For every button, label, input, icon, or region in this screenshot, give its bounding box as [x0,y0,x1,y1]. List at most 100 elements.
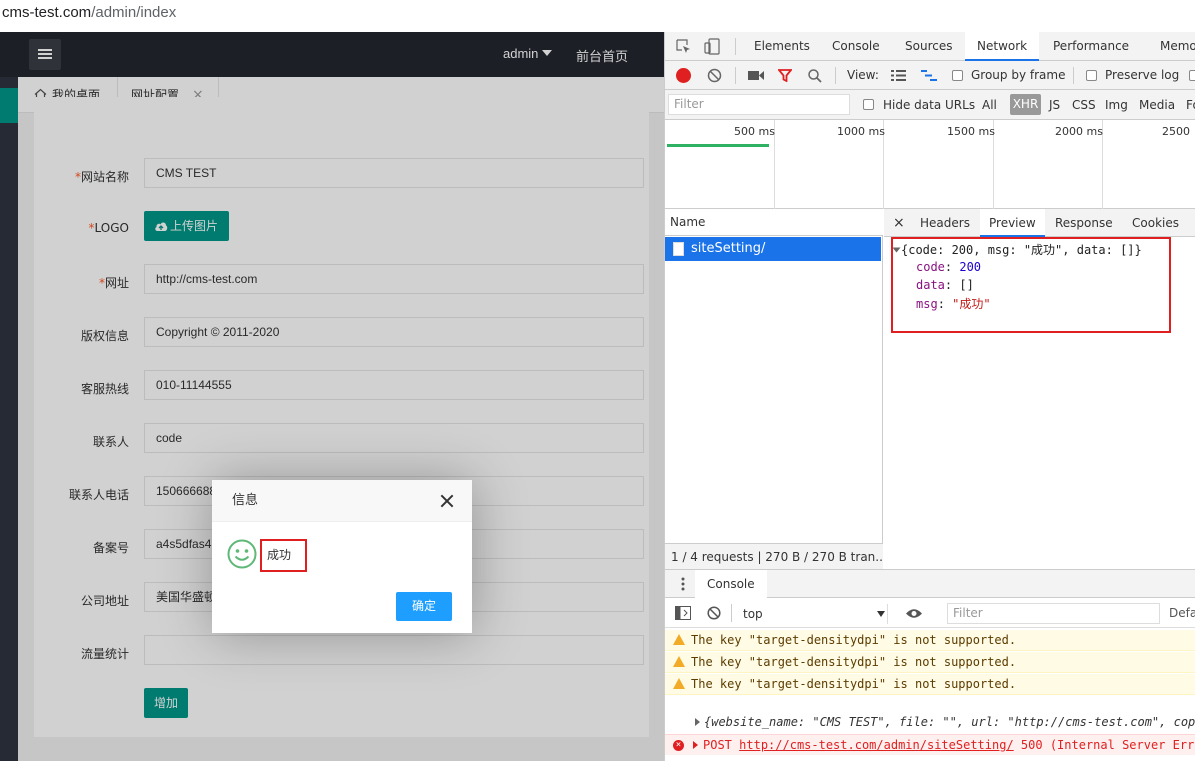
tab-console[interactable]: Console [832,32,880,61]
clear-console-icon[interactable] [707,606,721,620]
request-name: siteSetting/ [691,241,766,256]
filter-xhr[interactable]: XHR [1010,94,1041,115]
tab-sources[interactable]: Sources [905,32,952,61]
url-path: /admin/index [91,4,177,21]
group-by-frame-checkbox[interactable] [952,70,963,81]
warning-icon [673,656,685,667]
dialog-message: 成功 [260,539,307,572]
modal-overlay [0,32,664,761]
warning-text: The key "target-densitydpi" is not suppo… [691,677,1017,691]
more-options-icon[interactable] [681,577,685,591]
tab-elements[interactable]: Elements [754,32,810,61]
request-list: Name siteSetting/ 1 / 4 requests | 270 B… [665,209,883,569]
view-label: View: [847,68,879,82]
console-object-log[interactable]: {website_name: "CMS TEST", file: "", url… [665,712,1195,733]
preview-code: code: 200 [916,260,982,274]
filter-img[interactable]: Img [1105,98,1128,112]
devtools-panel: Elements Console Sources Network Perform… [664,32,1195,761]
timeline-tick: 500 ms [734,125,775,138]
clear-icon[interactable] [707,68,722,83]
network-filter-input[interactable]: Filter [668,94,850,115]
error-url-link[interactable]: http://cms-test.com/admin/siteSetting/ [739,738,1014,752]
waterfall-icon[interactable] [921,70,937,81]
filter-media[interactable]: Media [1139,98,1175,112]
console-drawer-tab[interactable]: Console [695,570,767,598]
preview-data: data: [] [916,278,974,292]
warning-text: The key "target-densitydpi" is not suppo… [691,633,1017,647]
requests-summary: 1 / 4 requests | 270 B / 270 B tran... [665,543,883,569]
close-detail-icon[interactable]: × [893,209,905,237]
timeline-tick: 1000 ms [837,125,885,138]
object-log-text: {website_name: "CMS TEST", file: "", url… [704,715,1195,729]
timeline-tick: 1500 ms [947,125,995,138]
tab-headers[interactable]: Headers [920,209,970,237]
record-icon[interactable] [676,68,691,83]
console-warning: The key "target-densitydpi" is not suppo… [665,674,1195,695]
address-bar[interactable]: cms-test.com/admin/index [0,0,1195,28]
warning-text: The key "target-densitydpi" is not suppo… [691,655,1017,669]
list-view-icon[interactable] [891,70,906,81]
response-preview: {code: 200, msg: "成功", data: []} code: 2… [884,237,1195,569]
timeline-tick: 2500 [1162,125,1190,138]
console-warning: The key "target-densitydpi" is not suppo… [665,652,1195,673]
console-drawer-header: Console [665,569,1195,598]
tab-network[interactable]: Network [965,32,1040,61]
hide-data-urls-label: Hide data URLs [883,98,976,112]
name-column-header[interactable]: Name [665,209,883,236]
context-value: top [743,607,763,621]
eye-icon[interactable] [905,608,923,619]
confirm-button[interactable]: 确定 [396,592,452,621]
timeline-tick: 2000 ms [1055,125,1103,138]
tab-performance[interactable]: Performance [1053,32,1129,61]
filter-js[interactable]: JS [1049,98,1060,112]
camera-icon[interactable] [748,70,764,81]
console-filter-input[interactable]: Filter [947,603,1160,624]
request-row[interactable]: siteSetting/ [665,237,881,261]
device-toolbar-icon[interactable] [704,38,720,55]
warning-icon [673,634,685,645]
console-toolbar: top Filter Defa [665,598,1195,628]
sidebar-toggle-icon[interactable] [675,606,691,620]
error-icon: × [673,740,684,751]
network-filter-bar: Filter Hide data URLs All XHR JS CSS Img… [665,90,1195,120]
expand-triangle-icon[interactable] [892,247,901,253]
preview-msg: msg: "成功" [916,297,991,311]
filter-font[interactable]: Fo [1186,98,1195,112]
info-dialog: 信息 成功 确定 [212,480,472,633]
console-warning: The key "target-densitydpi" is not suppo… [665,630,1195,651]
network-timeline: 500 ms 1000 ms 1500 ms 2000 ms 2500 [665,120,1195,209]
tab-response[interactable]: Response [1055,209,1113,237]
search-icon[interactable] [808,69,822,83]
document-icon [673,242,684,256]
error-method: POST [703,738,732,752]
expand-triangle-icon[interactable] [693,741,698,749]
expand-triangle-icon[interactable] [695,718,700,726]
devtools-tab-bar: Elements Console Sources Network Perform… [665,32,1195,61]
close-icon[interactable] [440,494,454,508]
request-detail-tabs: × Headers Preview Response Cookies [884,209,1195,237]
timeline-request-bar [667,144,769,147]
filter-all[interactable]: All [982,98,997,112]
tab-memory[interactable]: Memory [1160,32,1195,61]
network-toolbar: View: Group by frame Preserve log [665,61,1195,90]
preserve-log-label: Preserve log [1105,68,1180,82]
hide-data-urls-checkbox[interactable] [863,99,874,110]
preserve-log-checkbox[interactable] [1086,70,1097,81]
dialog-title: 信息 [212,480,472,522]
filter-css[interactable]: CSS [1072,98,1096,112]
log-levels-dropdown[interactable]: Defa [1169,606,1195,620]
inspect-element-icon[interactable] [676,39,691,54]
context-selector[interactable]: top [743,604,888,624]
tab-cookies[interactable]: Cookies [1132,209,1179,237]
warning-icon [673,678,685,689]
tab-preview[interactable]: Preview [980,209,1045,237]
filter-icon[interactable] [778,69,792,82]
disable-cache-checkbox[interactable] [1189,70,1195,81]
group-by-frame-label: Group by frame [971,68,1066,82]
smile-icon [227,539,257,569]
console-error: × POST http://cms-test.com/admin/siteSet… [665,734,1195,755]
dropdown-caret-icon [877,611,885,617]
error-status: 500 (Internal Server Err [1020,738,1195,752]
preview-summary: {code: 200, msg: "成功", data: []} [901,243,1142,257]
url-host: cms-test.com [2,4,92,21]
